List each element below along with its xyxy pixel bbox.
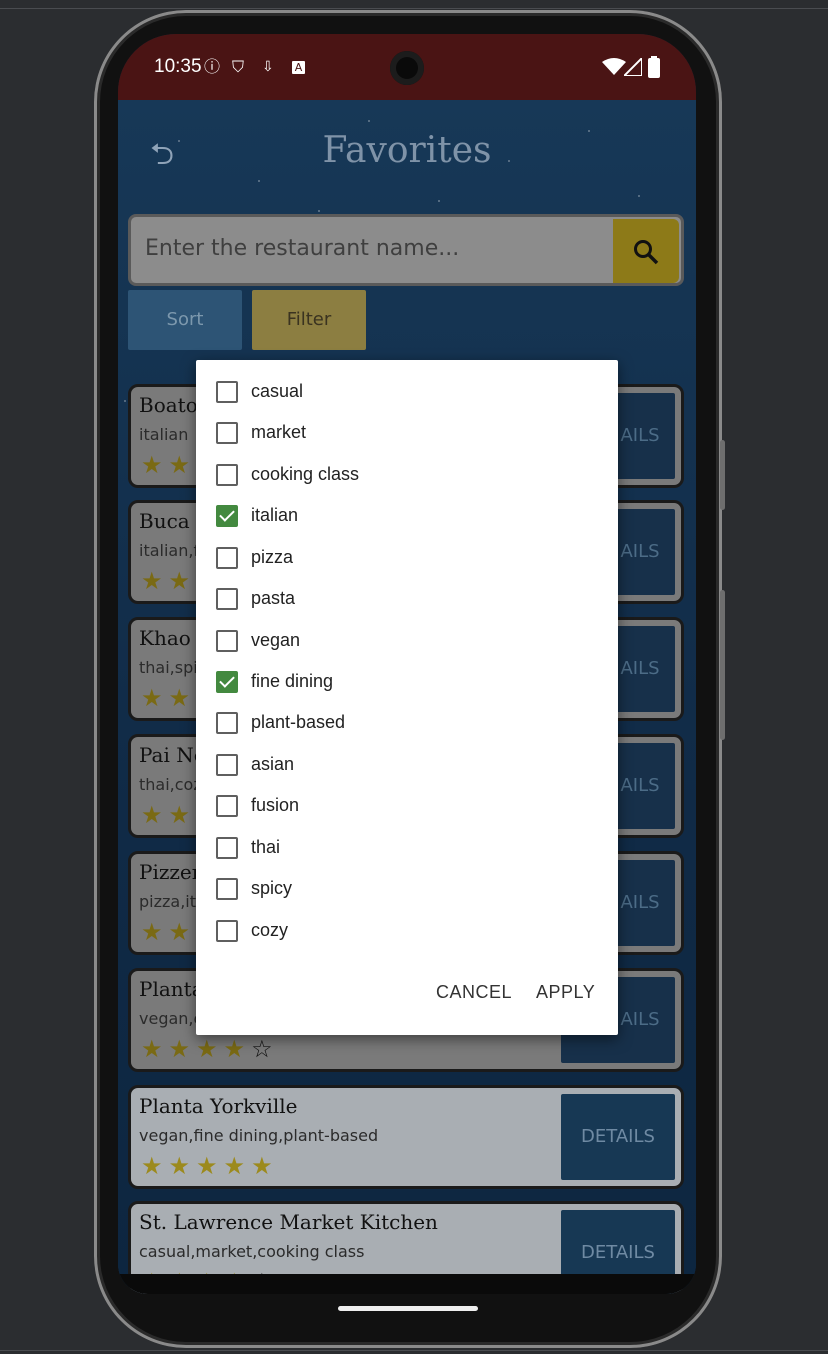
- download-icon: ⇩: [262, 59, 274, 75]
- filter-option[interactable]: vegan: [216, 624, 596, 658]
- filter-option[interactable]: market: [216, 416, 596, 450]
- rating-stars: ★★: [141, 567, 197, 595]
- filter-option[interactable]: spicy: [216, 872, 596, 906]
- checkbox[interactable]: [216, 795, 238, 817]
- filter-option[interactable]: fusion: [216, 789, 596, 823]
- rating-stars: ★★: [141, 451, 197, 479]
- filter-option-label: italian: [251, 505, 299, 525]
- phone-screen: 10:35 ⓘ ⛉ ⇩ A ⮌ Favorites Enter the rest…: [118, 34, 696, 1294]
- sky-dot: [638, 195, 640, 197]
- filter-option[interactable]: fine dining: [216, 665, 596, 699]
- checkbox[interactable]: [216, 547, 238, 569]
- sky-dot: [318, 210, 320, 212]
- restaurant-tags: vegan,fine dining,plant-based: [139, 1126, 379, 1145]
- info-icon: ⓘ: [204, 57, 221, 76]
- checkbox[interactable]: [216, 588, 238, 610]
- filter-option[interactable]: cozy: [216, 914, 596, 948]
- search-input[interactable]: [143, 235, 607, 262]
- filter-option-label: fusion: [251, 795, 300, 815]
- filter-option[interactable]: asian: [216, 748, 596, 782]
- details-button[interactable]: DETAILS: [561, 1094, 675, 1180]
- rating-stars: ★★★★☆: [141, 1035, 279, 1063]
- filter-option[interactable]: cooking class: [216, 458, 596, 492]
- filter-option-label: fine dining: [251, 671, 334, 691]
- checkbox-checked[interactable]: [216, 671, 238, 693]
- filter-option-label: pasta: [251, 588, 296, 608]
- camera-cutout: [390, 51, 424, 85]
- power-button: [720, 590, 725, 740]
- rating-stars: ★★★★★: [141, 1152, 279, 1180]
- filter-option-label: plant-based: [251, 712, 346, 732]
- restaurant-tags: casual,market,cooking class: [139, 1242, 365, 1261]
- restaurant-name: St. Lawrence Market Kitchen: [139, 1210, 438, 1234]
- checkbox[interactable]: [216, 837, 238, 859]
- restaurant-tags: pizza,it: [139, 892, 197, 911]
- filter-option-label: pizza: [251, 547, 294, 567]
- restaurant-name: Planta Yorkville: [139, 1094, 298, 1118]
- font-icon: A: [292, 61, 305, 74]
- app-content: ⮌ Favorites Sort Filter Boato italian ★★…: [118, 100, 696, 1294]
- rating-stars: ★★: [141, 918, 197, 946]
- search-button[interactable]: [613, 219, 679, 283]
- filter-option-label: cozy: [251, 920, 289, 940]
- shield-icon: ⛉: [232, 57, 245, 76]
- restaurant-tags: italian: [139, 425, 189, 444]
- checkbox[interactable]: [216, 422, 238, 444]
- filter-option[interactable]: casual: [216, 375, 596, 409]
- filter-option-label: casual: [251, 381, 304, 401]
- apply-button[interactable]: APPLY: [536, 982, 595, 1003]
- sky-dot: [124, 400, 126, 402]
- restaurant-tags: thai,spi: [139, 658, 198, 677]
- restaurant-tags: vegan,c: [139, 1009, 203, 1028]
- filter-option-label: asian: [251, 754, 295, 774]
- search-icon: [634, 240, 659, 265]
- cancel-button[interactable]: CANCEL: [436, 982, 512, 1003]
- checkbox-checked[interactable]: [216, 505, 238, 527]
- filter-option[interactable]: plant-based: [216, 706, 596, 740]
- checkbox[interactable]: [216, 464, 238, 486]
- page-title: Favorites: [322, 130, 492, 171]
- restaurant-name: Planta: [139, 977, 204, 1001]
- wifi-icon: [602, 58, 626, 75]
- checkbox[interactable]: [216, 754, 238, 776]
- filter-option[interactable]: thai: [216, 831, 596, 865]
- restaurant-card[interactable]: Planta Yorkville vegan,fine dining,plant…: [128, 1085, 684, 1189]
- home-indicator[interactable]: [338, 1306, 478, 1311]
- battery-icon: [648, 56, 660, 78]
- restaurant-name: Pizzer: [139, 860, 202, 884]
- sky-dot: [368, 120, 370, 122]
- filter-option[interactable]: italian: [216, 499, 596, 533]
- filter-option[interactable]: pizza: [216, 541, 596, 575]
- status-bar: 10:35 ⓘ ⛉ ⇩ A: [118, 34, 696, 100]
- filter-option-label: cooking class: [251, 464, 360, 484]
- status-time: 10:35: [154, 56, 202, 77]
- search-bar: [128, 214, 684, 286]
- signal-icon: [624, 58, 642, 76]
- checkbox[interactable]: [216, 878, 238, 900]
- checkbox[interactable]: [216, 712, 238, 734]
- sort-button[interactable]: Sort: [128, 290, 242, 350]
- rating-stars: ★★: [141, 801, 197, 829]
- filter-option-label: thai: [251, 837, 281, 857]
- filter-option[interactable]: pasta: [216, 582, 596, 616]
- filter-option-label: vegan: [251, 630, 301, 650]
- filter-button[interactable]: Filter: [252, 290, 366, 350]
- bottom-edge-line: [0, 1350, 828, 1351]
- checkbox[interactable]: [216, 920, 238, 942]
- navigation-bar: [118, 1274, 696, 1294]
- checkbox[interactable]: [216, 381, 238, 403]
- filter-dialog: casual market cooking class italian pizz…: [196, 360, 618, 1035]
- checkbox[interactable]: [216, 630, 238, 652]
- restaurant-tags: italian,f: [139, 541, 200, 560]
- sky-dot: [258, 180, 260, 182]
- rating-stars: ★★: [141, 684, 197, 712]
- restaurant-name: Boato: [139, 393, 198, 417]
- filter-option-label: spicy: [251, 878, 293, 898]
- volume-button: [720, 440, 725, 510]
- restaurant-tags: thai,coz: [139, 775, 202, 794]
- top-edge-line: [0, 8, 828, 9]
- filter-option-label: market: [251, 422, 307, 442]
- sky-dot: [438, 200, 440, 202]
- restaurant-name: Buca: [139, 509, 190, 533]
